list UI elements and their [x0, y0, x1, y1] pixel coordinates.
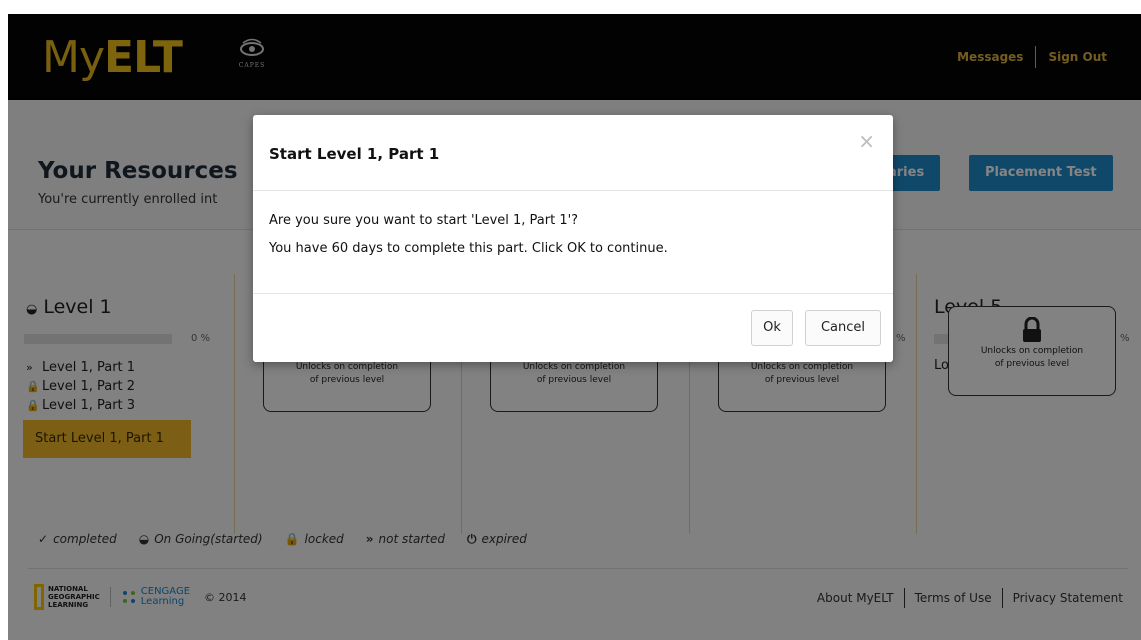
dialog-title: Start Level 1, Part 1: [269, 145, 440, 163]
dialog-message-deadline: You have 60 days to complete this part. …: [269, 241, 668, 256]
app-frame: MyELT CAPES Messages Sign Out Your Resou…: [8, 14, 1141, 640]
start-part-dialog: Start Level 1, Part 1 × Are you sure you…: [253, 115, 893, 362]
close-icon[interactable]: ×: [858, 131, 875, 151]
ok-button[interactable]: Ok: [751, 310, 793, 346]
dialog-body: Are you sure you want to start 'Level 1,…: [269, 207, 668, 263]
dialog-header: Start Level 1, Part 1 ×: [253, 115, 893, 191]
dialog-message-confirm: Are you sure you want to start 'Level 1,…: [269, 213, 579, 228]
dialog-footer-divider: [253, 293, 893, 294]
cancel-button[interactable]: Cancel: [805, 310, 881, 346]
